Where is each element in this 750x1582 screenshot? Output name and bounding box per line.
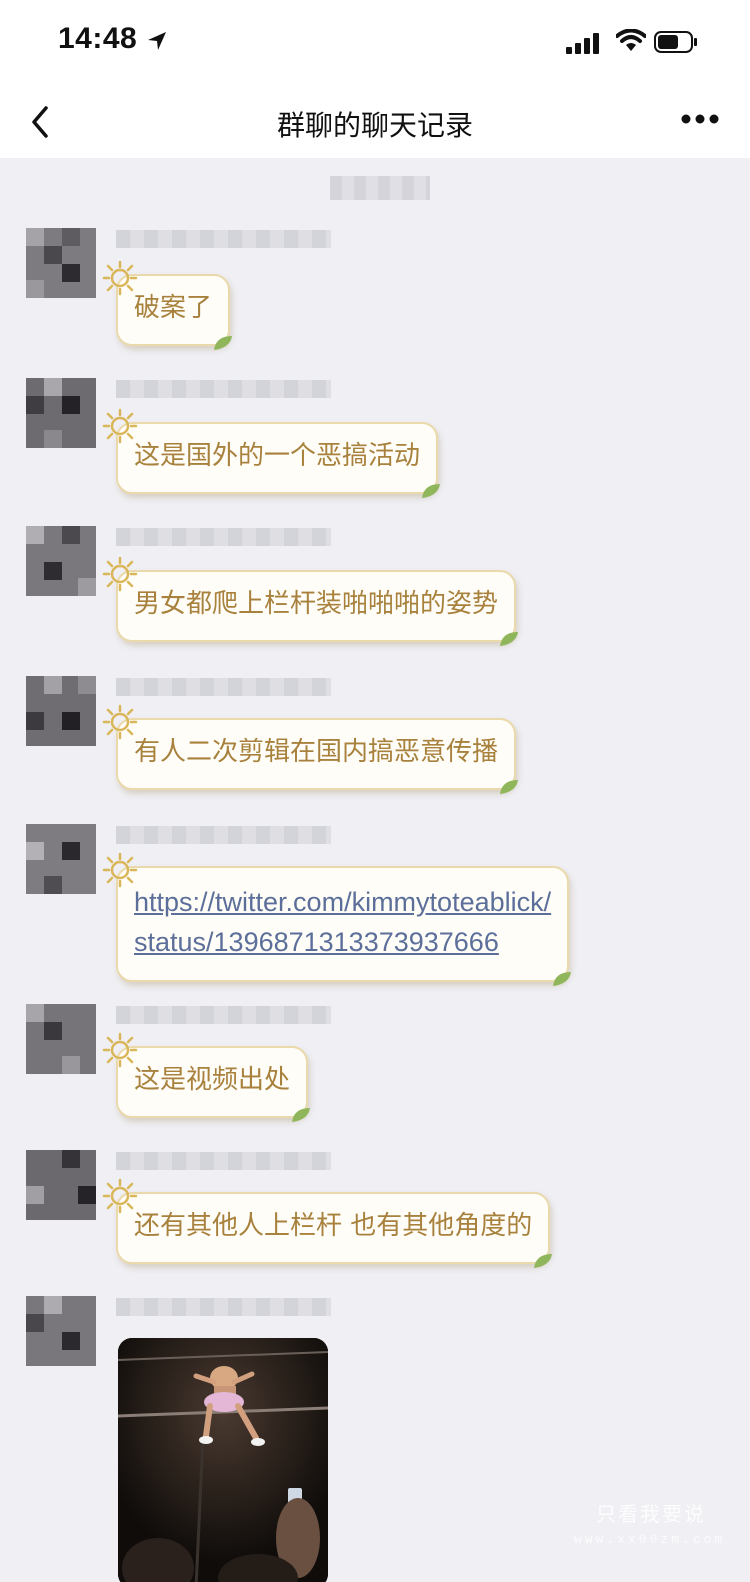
message-bubble[interactable]: 有人二次剪辑在国内搞恶意传播: [102, 704, 519, 794]
nav-bar: 群聊的聊天记录: [0, 86, 750, 158]
signal-icon: [566, 33, 599, 54]
blurred-sender-name: [116, 528, 331, 546]
message-bubble[interactable]: 男女都爬上栏杆装啪啪啪的姿势: [102, 556, 519, 646]
leaf-decoration-icon: [422, 484, 441, 498]
sun-decoration-icon: [102, 260, 138, 296]
blurred-sender-name: [116, 678, 331, 696]
message-bubble[interactable]: 这是国外的一个恶搞活动: [102, 408, 441, 498]
message-bubble[interactable]: 还有其他人上栏杆 也有其他角度的: [102, 1178, 553, 1268]
message-bubble[interactable]: 破案了: [102, 260, 233, 350]
photo-scene: [118, 1338, 328, 1582]
sun-decoration-icon: [102, 1032, 138, 1068]
avatar[interactable]: [26, 228, 96, 298]
blurred-sender-name: [116, 1006, 331, 1024]
more-dots-icon[interactable]: [680, 112, 720, 126]
blurred-sender-name: [116, 380, 331, 398]
message-link-line-2[interactable]: status/1396871313373937666: [134, 922, 551, 962]
wifi-icon: [616, 29, 646, 51]
sun-decoration-icon: [102, 852, 138, 888]
link-message-bubble[interactable]: https://twitter.com/kimmytoteablick/ sta…: [102, 852, 572, 986]
avatar[interactable]: [26, 526, 96, 596]
blurred-sender-name: [116, 826, 331, 844]
leaf-decoration-icon: [292, 1108, 311, 1122]
leaf-decoration-icon: [553, 972, 572, 986]
leaf-decoration-icon: [500, 632, 519, 646]
message-text: 这是国外的一个恶搞活动: [134, 441, 421, 471]
message-text: 还有其他人上栏杆 也有其他角度的: [134, 1211, 533, 1241]
message-text: 这是视频出处: [134, 1065, 291, 1095]
sun-decoration-icon: [102, 1178, 138, 1214]
leaf-decoration-icon: [500, 780, 519, 794]
blurred-sender-name: [116, 1152, 331, 1170]
status-bar: 14:48: [0, 0, 750, 86]
message-text: 破案了: [134, 293, 213, 323]
status-time: 14:48: [58, 22, 138, 55]
leaf-decoration-icon: [534, 1254, 553, 1268]
sun-decoration-icon: [102, 556, 138, 592]
message-text: 有人二次剪辑在国内搞恶意传播: [134, 737, 499, 767]
blurred-timestamp: [330, 176, 430, 200]
leaf-decoration-icon: [214, 336, 233, 350]
photo-thumbnail[interactable]: [118, 1338, 328, 1582]
sun-decoration-icon: [102, 704, 138, 740]
blurred-sender-name: [116, 230, 331, 248]
page-title: 群聊的聊天记录: [276, 109, 473, 142]
location-arrow-icon: [148, 32, 166, 50]
watermark-url: www.xx00zm.com: [574, 1532, 726, 1547]
avatar[interactable]: [26, 1296, 96, 1366]
sun-decoration-icon: [102, 408, 138, 444]
avatar[interactable]: [26, 1150, 96, 1220]
avatar[interactable]: [26, 824, 96, 894]
avatar[interactable]: [26, 1004, 96, 1074]
message-bubble[interactable]: 这是视频出处: [102, 1032, 311, 1122]
avatar[interactable]: [26, 378, 96, 448]
chat-area[interactable]: 破案了 这是国外的一个恶搞活动 男女都爬上栏杆装啪啪啪的姿势 有人二次剪辑在国内…: [0, 158, 750, 1582]
battery-icon: [654, 31, 697, 53]
watermark-text: 只看我要说: [596, 1502, 706, 1526]
message-link-line-1[interactable]: https://twitter.com/kimmytoteablick/: [134, 882, 551, 922]
avatar[interactable]: [26, 676, 96, 746]
blurred-sender-name: [116, 1298, 331, 1316]
message-text: 男女都爬上栏杆装啪啪啪的姿势: [134, 589, 499, 619]
